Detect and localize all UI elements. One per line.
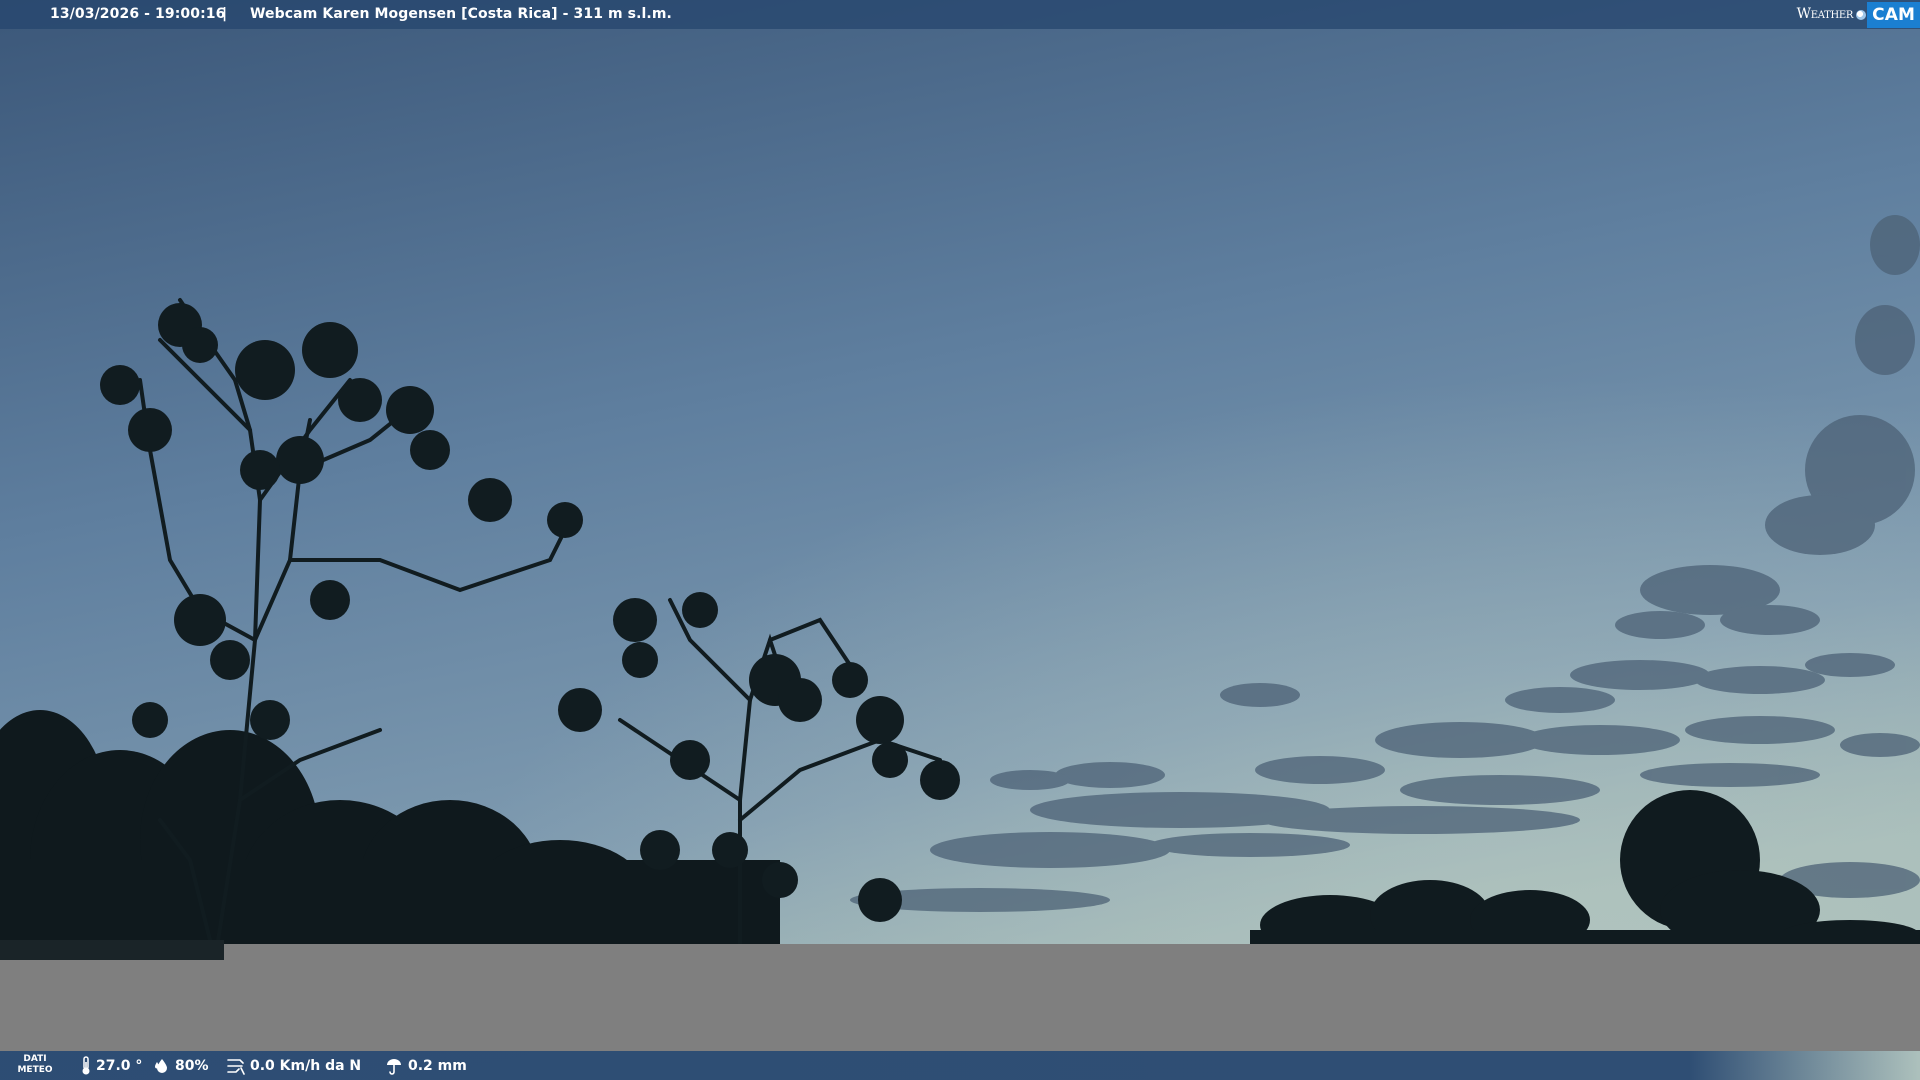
wind-icon	[227, 1058, 245, 1075]
meteo-bar: DATI METEO 27.0 ° 80% 0.0 Km/h da N 0.2 …	[0, 1051, 1920, 1080]
humidity-item: 80%	[153, 1051, 209, 1080]
brand-logo[interactable]: Weather CAM	[1797, 0, 1920, 29]
webcam-image	[0, 0, 1920, 1080]
separator: |	[222, 6, 228, 22]
gray-strip	[224, 944, 1920, 960]
brand-weather-text: Weather	[1796, 6, 1854, 22]
humidity-icon	[155, 1058, 167, 1073]
thermometer-icon	[82, 1055, 90, 1074]
meteo-label: DATI METEO	[14, 1054, 56, 1076]
rain-icon	[387, 1058, 401, 1075]
wind-value: 0.0 Km/h da N	[250, 1057, 362, 1074]
rain-value: 0.2 mm	[408, 1057, 467, 1074]
humidity-value: 80%	[175, 1057, 209, 1074]
rain-item: 0.2 mm	[384, 1051, 467, 1080]
temperature-item: 27.0 °	[80, 1051, 142, 1080]
brand-dot-icon	[1856, 9, 1867, 20]
datetime-label: 13/03/2026 - 19:00:16	[50, 6, 226, 22]
temperature-value: 27.0 °	[96, 1057, 143, 1074]
brand-cam-text: CAM	[1867, 1, 1920, 28]
webcam-title: Webcam Karen Mogensen [Costa Rica] - 311…	[250, 6, 672, 22]
webcam-view: 13/03/2026 - 19:00:16 | Webcam Karen Mog…	[0, 0, 1920, 1080]
top-info-bar: 13/03/2026 - 19:00:16 | Webcam Karen Mog…	[0, 0, 1920, 29]
meteo-label-line1: DATI	[23, 1054, 47, 1064]
wind-item: 0.0 Km/h da N	[226, 1051, 361, 1080]
gray-panel	[0, 960, 1920, 1051]
meteo-label-line2: METEO	[17, 1065, 53, 1075]
tree-trunk-left	[0, 940, 224, 960]
